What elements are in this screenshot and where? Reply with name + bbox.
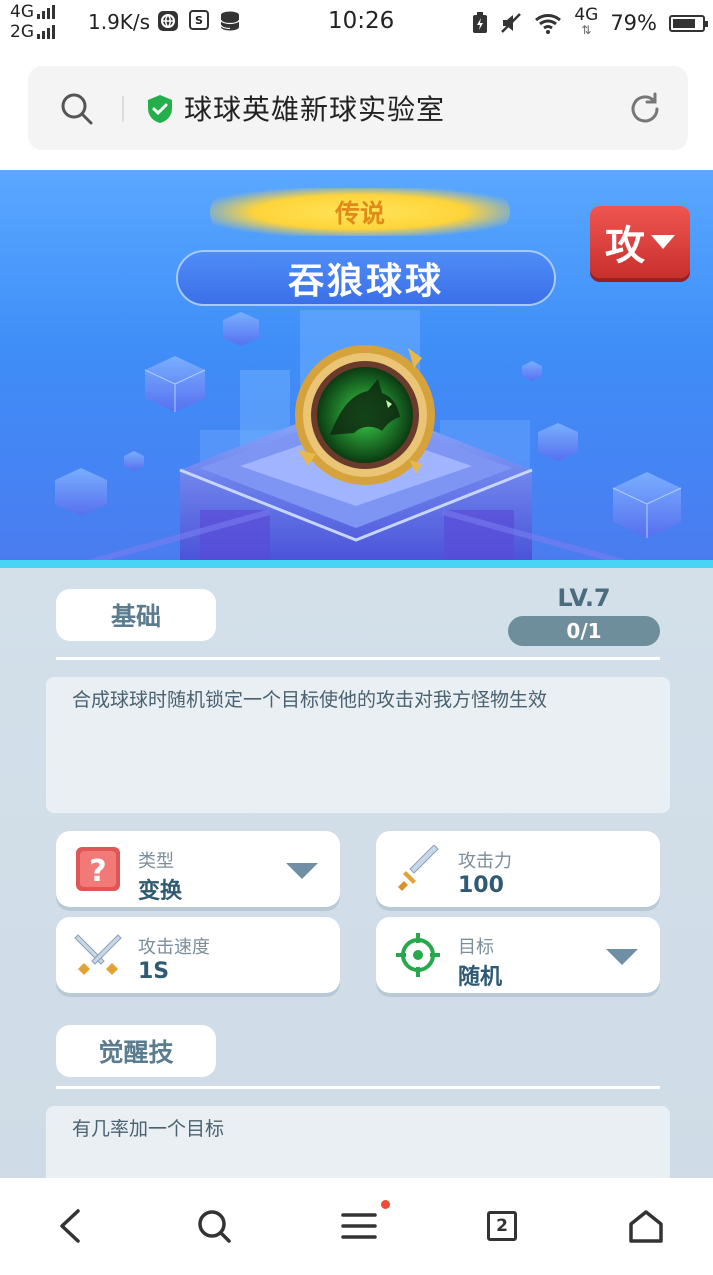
dropdown-arrow-icon[interactable] bbox=[606, 949, 638, 965]
stat-card-attack-speed: 攻击速度 1S bbox=[56, 917, 340, 993]
stat-label: 攻击速度 bbox=[138, 937, 210, 958]
tab-awaken[interactable]: 觉醒技 bbox=[56, 1025, 216, 1077]
crosshair-icon bbox=[396, 933, 440, 977]
divider bbox=[56, 1086, 660, 1089]
browser-globe-icon bbox=[158, 11, 178, 31]
network-type-bottom: 2G bbox=[10, 22, 34, 42]
clock: 10:26 bbox=[328, 8, 395, 34]
battery-icon bbox=[669, 14, 708, 32]
network-type-top: 4G bbox=[10, 2, 34, 22]
stat-card-target[interactable]: 目标 随机 bbox=[376, 917, 660, 993]
stat-label: 攻击力 bbox=[458, 851, 512, 872]
refresh-icon[interactable] bbox=[628, 92, 662, 126]
page-title[interactable]: 球球英雄新球实验室 bbox=[184, 88, 445, 128]
attack-dropdown-button[interactable]: 攻 bbox=[590, 206, 690, 278]
battery-percent: 79% bbox=[610, 11, 657, 35]
signal-bars-icon bbox=[37, 5, 55, 19]
security-shield-icon bbox=[148, 95, 172, 123]
status-bar: 4G 2G 1.9K/s S 10:26 4G ⇅ 79% bbox=[0, 0, 713, 46]
battery-saver-icon bbox=[473, 12, 488, 33]
stat-value: 100 bbox=[458, 873, 504, 898]
wolf-emblem-icon bbox=[295, 345, 435, 485]
rarity-badge: 传说 bbox=[210, 188, 510, 236]
wifi-icon bbox=[535, 14, 562, 34]
signal-bars-icon bbox=[37, 25, 55, 39]
menu-icon bbox=[341, 1213, 377, 1239]
back-arrow-icon bbox=[60, 1209, 80, 1243]
search-icon[interactable] bbox=[60, 92, 94, 126]
menu-button[interactable] bbox=[339, 1206, 379, 1246]
network-type-right: 4G bbox=[574, 5, 599, 25]
stat-label: 类型 bbox=[138, 851, 174, 872]
hero-divider bbox=[0, 560, 713, 568]
question-box-icon: ? bbox=[76, 847, 120, 891]
database-icon bbox=[220, 11, 240, 31]
home-icon bbox=[629, 1210, 663, 1243]
back-button[interactable] bbox=[50, 1206, 90, 1246]
attack-button-label: 攻 bbox=[605, 223, 645, 269]
stat-value: 随机 bbox=[458, 965, 503, 990]
level-label: LV.7 bbox=[557, 584, 611, 612]
tab-basic[interactable]: 基础 bbox=[56, 589, 216, 641]
crossed-swords-icon bbox=[74, 934, 122, 975]
stat-label: 目标 bbox=[458, 937, 494, 958]
stat-value: 变换 bbox=[138, 879, 183, 904]
search-icon bbox=[198, 1210, 231, 1243]
network-indicator: 4G 2G bbox=[10, 2, 55, 42]
divider bbox=[122, 96, 124, 122]
network-speed: 1.9K/s bbox=[88, 10, 151, 34]
search-button[interactable] bbox=[194, 1206, 234, 1246]
details-panel: 基础 LV.7 0/1 合成球球时随机锁定一个目标使他的攻击对我方怪物生效 ? … bbox=[0, 568, 713, 1186]
mute-icon bbox=[501, 13, 522, 33]
svg-text:?: ? bbox=[89, 854, 106, 889]
browser-bottom-nav: 2 bbox=[0, 1178, 713, 1275]
tab-count: 2 bbox=[487, 1211, 517, 1241]
chevron-down-icon bbox=[651, 235, 675, 249]
awaken-description: 有几率加一个目标 bbox=[46, 1106, 670, 1186]
skill-description: 合成球球时随机锁定一个目标使他的攻击对我方怪物生效 bbox=[46, 677, 670, 813]
dropdown-arrow-icon[interactable] bbox=[286, 863, 318, 879]
hero-name: 吞狼球球 bbox=[176, 250, 556, 306]
stat-value: 1S bbox=[138, 959, 170, 984]
tabs-button[interactable]: 2 bbox=[482, 1206, 522, 1246]
stat-card-type[interactable]: ? 类型 变换 bbox=[56, 831, 340, 907]
level-progress: 0/1 bbox=[508, 616, 660, 646]
stat-card-attack: 攻击力 100 bbox=[376, 831, 660, 907]
address-bar-container: 球球英雄新球实验室 bbox=[0, 46, 713, 170]
notification-dot bbox=[381, 1200, 390, 1209]
address-bar[interactable]: 球球英雄新球实验室 bbox=[28, 66, 688, 150]
divider bbox=[56, 657, 660, 660]
sword-icon bbox=[398, 845, 439, 891]
home-button[interactable] bbox=[626, 1206, 666, 1246]
hero-banner: 传说 吞狼球球 攻 bbox=[0, 170, 713, 562]
s-app-icon: S bbox=[189, 10, 209, 30]
